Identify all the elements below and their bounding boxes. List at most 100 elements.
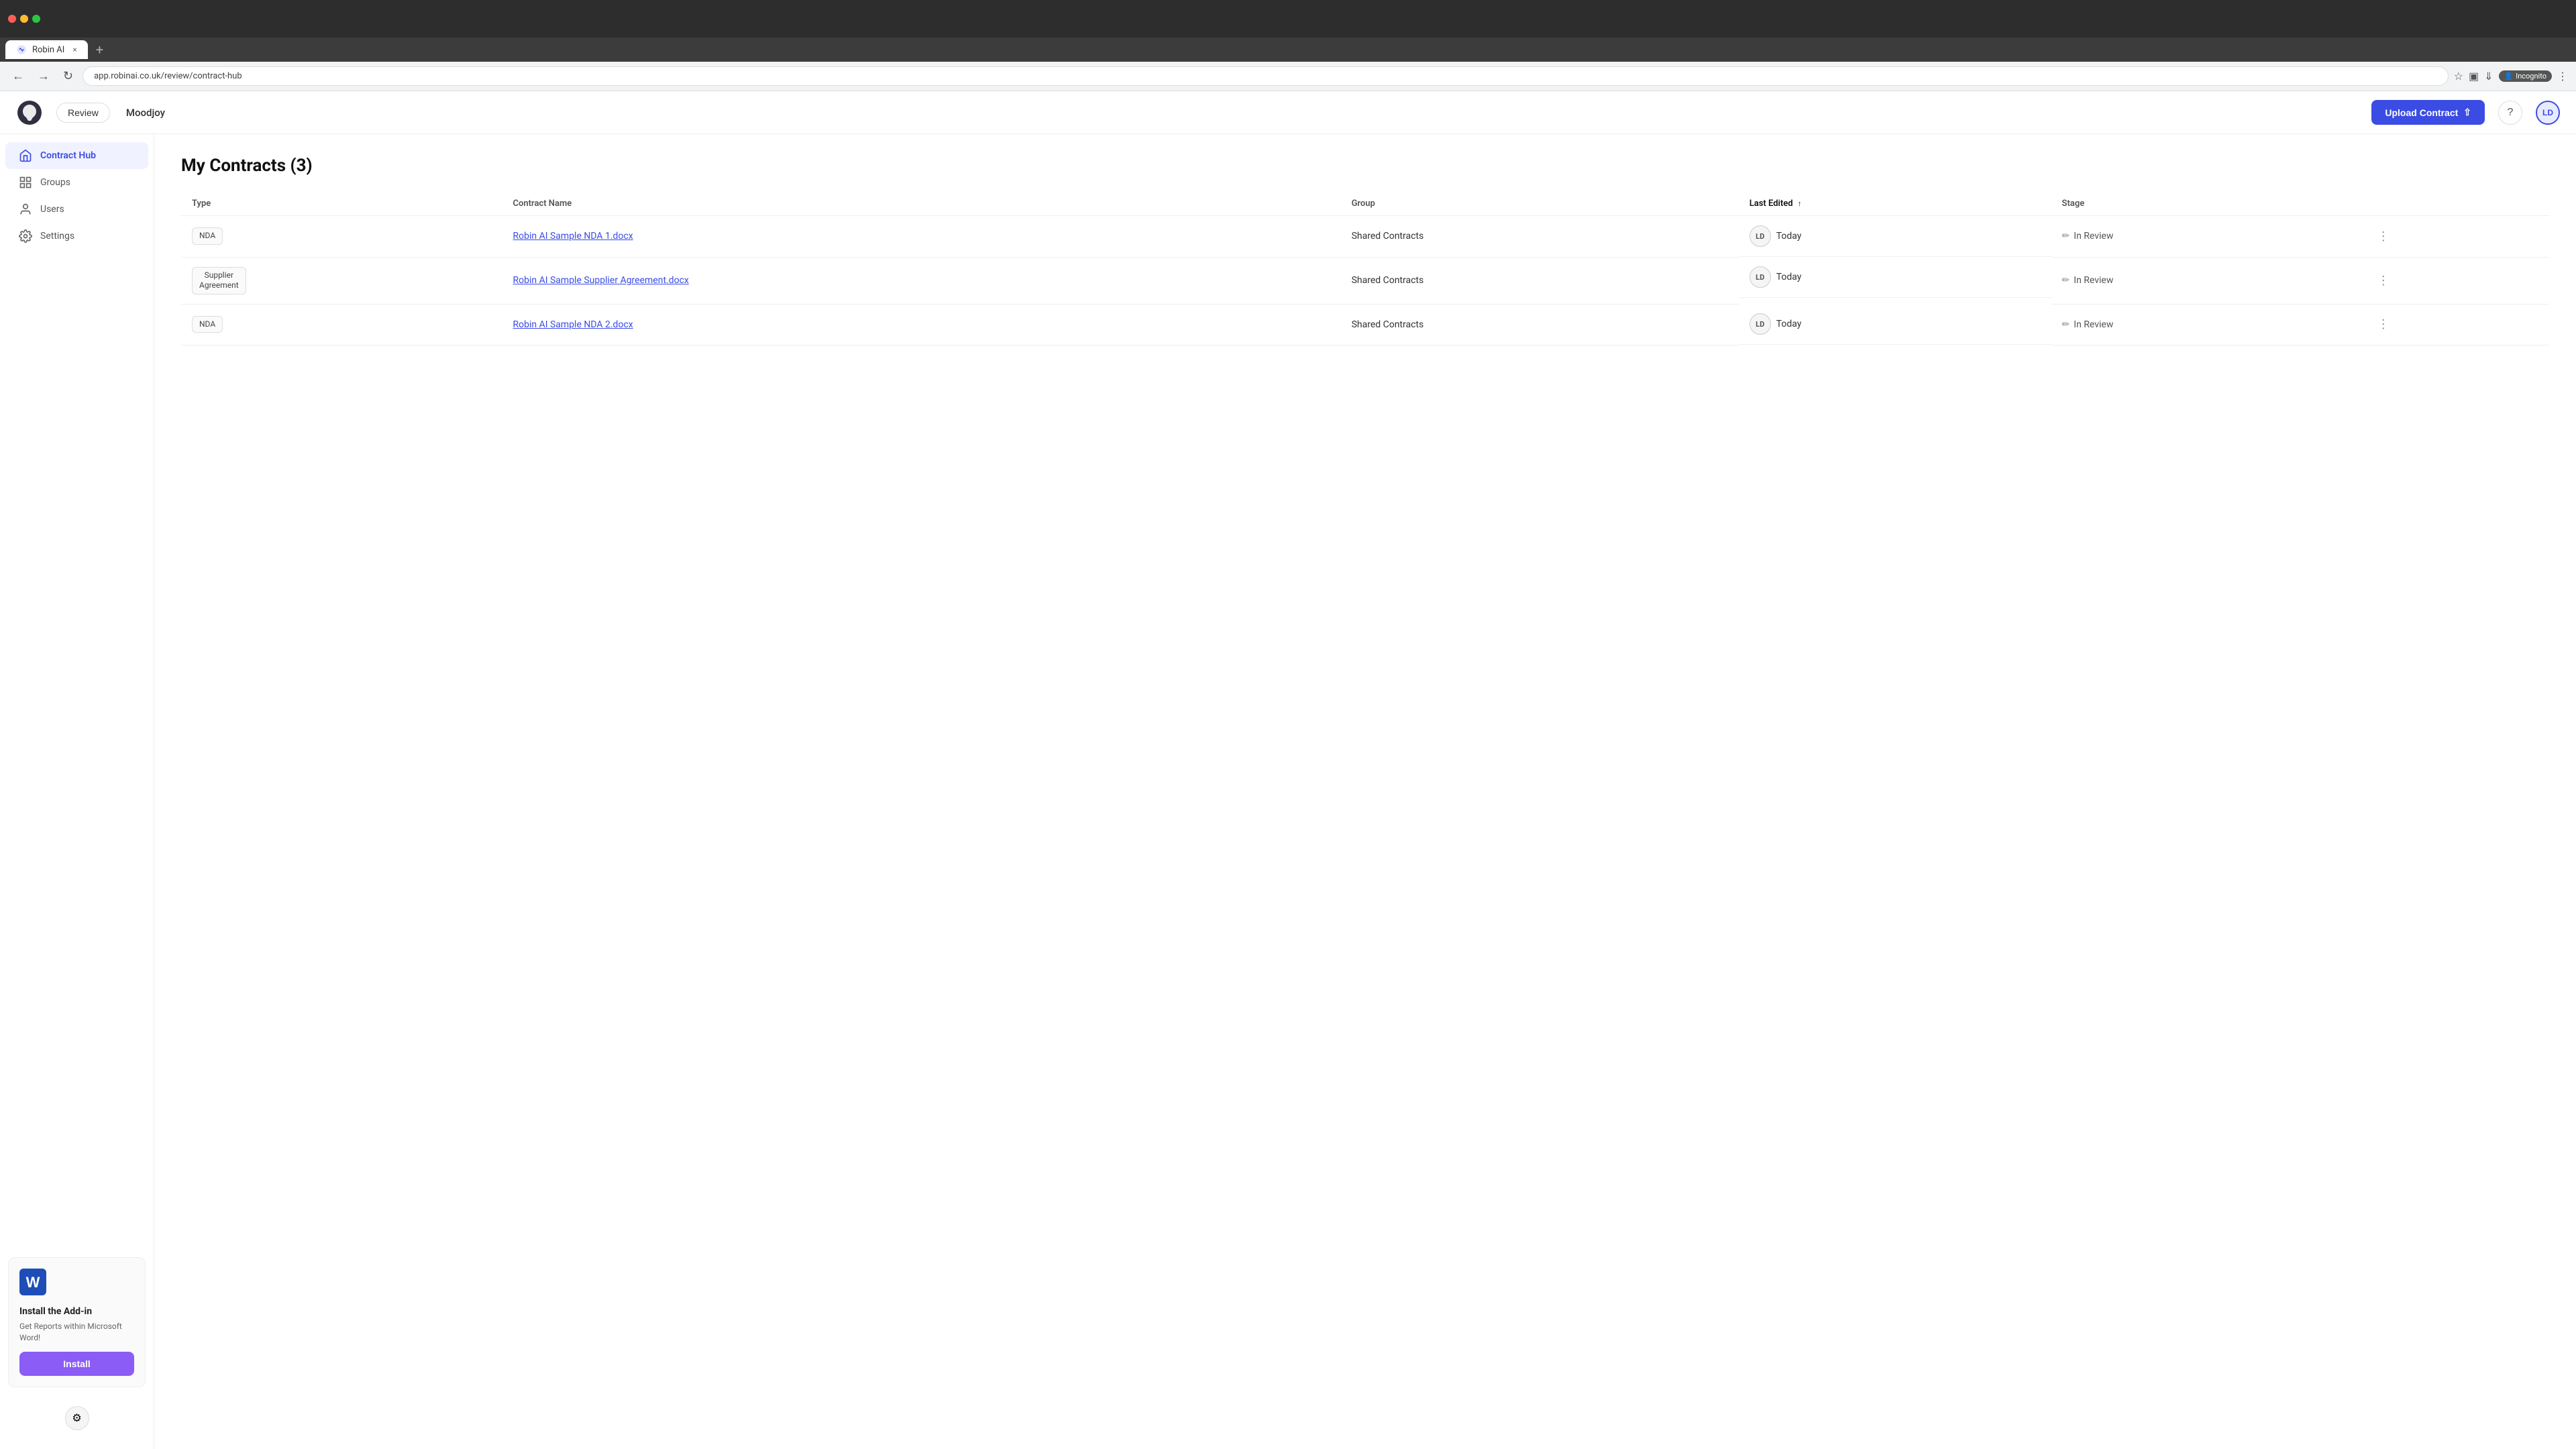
- contract-hub-icon: [19, 149, 32, 162]
- browser-controls: ← → ↻ app.robinai.co.uk/review/contract-…: [0, 62, 2576, 91]
- cell-actions[interactable]: ⋮: [2361, 257, 2549, 304]
- contract-link[interactable]: Robin AI Sample Supplier Agreement.docx: [513, 275, 689, 286]
- chrome-menu-icon[interactable]: ⋮: [2557, 70, 2568, 83]
- cell-last-edited: LDToday: [1739, 216, 2051, 257]
- content-area: My Contracts (3) Type Contract Name Grou…: [154, 134, 2576, 1449]
- contract-link[interactable]: Robin AI Sample NDA 1.docx: [513, 231, 633, 241]
- groups-icon: [19, 176, 32, 189]
- cell-group: Shared Contracts: [1341, 304, 1739, 345]
- addon-install-button[interactable]: Install: [19, 1352, 134, 1376]
- contract-link[interactable]: Robin AI Sample NDA 2.docx: [513, 319, 633, 330]
- stage-cell: ✏ In Review: [2062, 275, 2351, 286]
- cell-type: NDA: [181, 304, 502, 345]
- cell-group: Shared Contracts: [1341, 216, 1739, 258]
- page-title: My Contracts (3): [181, 156, 2549, 176]
- browser-tabs: Robin AI × +: [0, 38, 2576, 62]
- col-group: Group: [1341, 192, 1739, 216]
- col-actions: [2361, 192, 2549, 216]
- address-bar[interactable]: app.robinai.co.uk/review/contract-hub: [83, 66, 2449, 86]
- new-tab-btn[interactable]: +: [91, 39, 109, 60]
- type-badge: NDA: [192, 316, 223, 333]
- sidebar-item-groups[interactable]: Groups: [5, 169, 148, 196]
- sort-icon: ↑: [1798, 199, 1802, 208]
- cell-name[interactable]: Robin AI Sample NDA 1.docx: [502, 216, 1341, 258]
- cell-stage: ✏ In Review: [2051, 257, 2361, 304]
- edit-icon: ✏: [2062, 231, 2070, 241]
- sidebar-item-contract-hub[interactable]: Contract Hub: [5, 142, 148, 169]
- cell-last-edited: LD Today: [1739, 257, 2051, 298]
- tab-favicon: [16, 44, 27, 55]
- cell-stage: ✏ In Review: [2051, 216, 2361, 258]
- table-row: Supplier Agreement Robin AI Sample Suppli…: [181, 257, 2549, 304]
- company-name: Moodjoy: [126, 107, 165, 119]
- browser-chrome: [0, 0, 2576, 38]
- more-options-button[interactable]: ⋮: [2372, 227, 2395, 246]
- upload-icon: ⇧: [2463, 107, 2471, 118]
- addon-panel: W Install the Add-in Get Reports within …: [8, 1257, 146, 1387]
- edit-icon: ✏: [2062, 275, 2070, 286]
- addon-description: Get Reports within Microsoft Word!: [19, 1321, 134, 1344]
- addon-word-icon: W: [19, 1269, 134, 1301]
- avatar: LD: [1750, 266, 1771, 288]
- sidebar-item-label: Settings: [40, 231, 74, 241]
- col-name: Contract Name: [502, 192, 1341, 216]
- users-icon: [19, 203, 32, 216]
- main-content: Contract Hub Groups Users: [0, 134, 2576, 1449]
- sidebar-item-users[interactable]: Users: [5, 196, 148, 223]
- back-btn[interactable]: ←: [8, 66, 28, 86]
- contracts-table: Type Contract Name Group Last Edited ↑ S…: [181, 192, 2549, 345]
- incognito-badge: 👤 Incognito: [2499, 70, 2553, 82]
- refresh-btn[interactable]: ↻: [59, 66, 77, 86]
- active-tab[interactable]: Robin AI ×: [5, 40, 88, 59]
- tab-close-btn[interactable]: ×: [72, 45, 76, 54]
- cell-last-edited: LD Today: [1739, 304, 2051, 345]
- cell-type: NDA: [181, 216, 502, 258]
- cell-actions[interactable]: ⋮: [2361, 304, 2549, 345]
- last-edited-date: Today: [1776, 272, 1802, 282]
- logo: [16, 99, 43, 126]
- browser-actions: ☆ ▣ ⇓ 👤 Incognito ⋮: [2454, 70, 2568, 83]
- more-options-button[interactable]: ⋮: [2372, 315, 2395, 334]
- feedback-button[interactable]: ⚙: [65, 1406, 89, 1430]
- stage-label: In Review: [2074, 231, 2113, 241]
- extensions-icon[interactable]: ▣: [2469, 70, 2479, 83]
- table-header: Type Contract Name Group Last Edited ↑ S…: [181, 192, 2549, 216]
- tab-title: Robin AI: [32, 45, 64, 55]
- url-text: app.robinai.co.uk/review/contract-hub: [94, 71, 2437, 81]
- edit-icon: ✏: [2062, 319, 2070, 330]
- cell-name[interactable]: Robin AI Sample NDA 2.docx: [502, 304, 1341, 345]
- sidebar: Contract Hub Groups Users: [0, 134, 154, 1449]
- contracts-tbody: NDA Robin AI Sample NDA 1.docx Shared Cont…: [181, 216, 2549, 345]
- stage-cell: ✏ In Review: [2062, 231, 2351, 241]
- forward-btn[interactable]: →: [34, 66, 54, 86]
- avatar: LD: [1750, 313, 1771, 335]
- settings-icon: [19, 229, 32, 243]
- cell-actions[interactable]: ⋮: [2361, 216, 2549, 258]
- upload-contract-button[interactable]: Upload Contract ⇧: [2371, 100, 2485, 125]
- avatar: LD: [1750, 225, 1771, 247]
- bookmark-icon[interactable]: ☆: [2454, 70, 2463, 83]
- col-last-edited[interactable]: Last Edited ↑: [1739, 192, 2051, 216]
- stage-label: In Review: [2074, 275, 2113, 286]
- addon-title: Install the Add-in: [19, 1306, 134, 1317]
- review-button[interactable]: Review: [56, 103, 110, 123]
- col-stage: Stage: [2051, 192, 2361, 216]
- type-badge: NDA: [192, 227, 223, 245]
- sidebar-item-label: Users: [40, 204, 64, 215]
- sidebar-item-settings[interactable]: Settings: [5, 223, 148, 250]
- user-avatar-button[interactable]: LD: [2536, 101, 2560, 125]
- cell-group: Shared Contracts: [1341, 257, 1739, 304]
- type-badge: Supplier Agreement: [192, 267, 246, 294]
- app: Review Moodjoy Upload Contract ⇧ ? LD Co…: [0, 91, 2576, 1449]
- cell-type: Supplier Agreement: [181, 257, 502, 304]
- col-type: Type: [181, 192, 502, 216]
- help-button[interactable]: ?: [2498, 101, 2522, 125]
- more-options-button[interactable]: ⋮: [2372, 271, 2395, 290]
- svg-text:W: W: [26, 1274, 40, 1291]
- sidebar-item-label: Contract Hub: [40, 150, 96, 161]
- sidebar-spacer: [0, 250, 154, 1249]
- top-nav: Review Moodjoy Upload Contract ⇧ ? LD: [0, 91, 2576, 134]
- download-icon[interactable]: ⇓: [2484, 70, 2493, 83]
- cell-name[interactable]: Robin AI Sample Supplier Agreement.docx: [502, 257, 1341, 304]
- last-edited-date: Today: [1776, 319, 1802, 329]
